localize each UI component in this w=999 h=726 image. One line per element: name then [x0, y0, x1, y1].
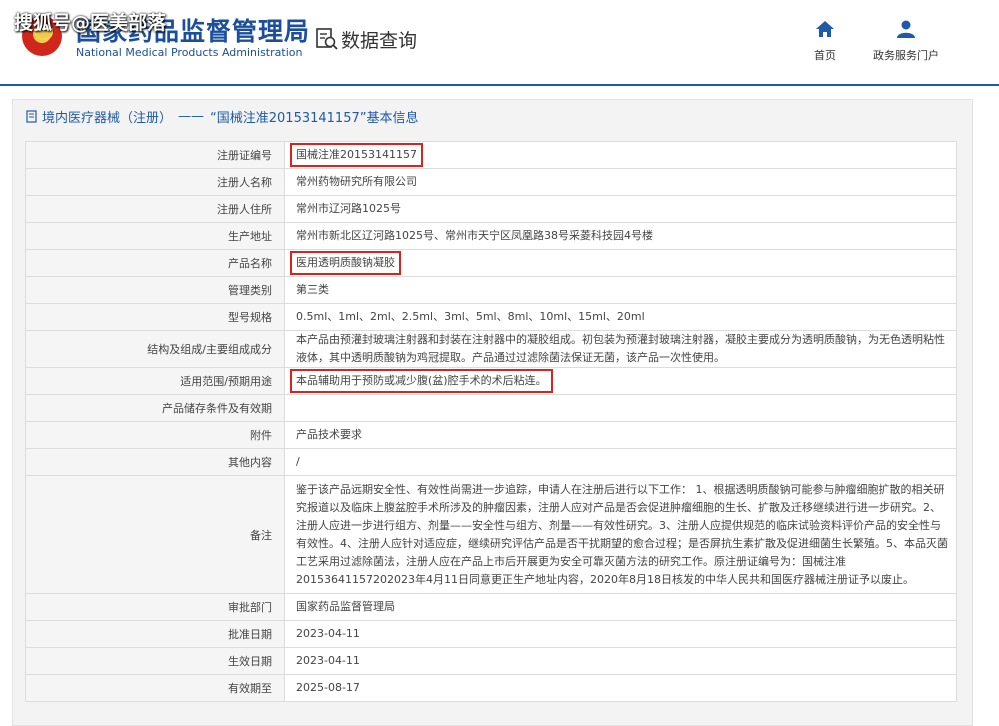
home-icon [816, 21, 834, 37]
row-value-intended-use: 本品辅助用于预防或减少腹(盆)腔手术的术后粘连。 [290, 369, 553, 393]
row-value-structure: 本产品由预灌封玻璃注射器和封装在注射器中的凝胶组成。初包装为预灌封玻璃注射器，凝… [284, 330, 957, 368]
row-label-registrant-address: 注册人住所 [25, 195, 285, 223]
document-icon [26, 110, 37, 123]
row-label-category: 管理类别 [25, 276, 285, 304]
row-value-approval-dept: 国家药品监督管理局 [284, 593, 957, 621]
row-label-valid-until: 有效期至 [25, 674, 285, 702]
data-search-link[interactable]: 数据查询 [341, 26, 417, 53]
row-value-registrant-address: 常州市辽河路1025号 [284, 195, 957, 223]
row-label-structure: 结构及组成/主要组成成分 [25, 330, 285, 368]
row-label-effective-date: 生效日期 [25, 647, 285, 675]
row-value-category: 第三类 [284, 276, 957, 304]
table-row: 生产地址 常州市新北区辽河路1025号、常州市天宁区凤凰路38号采菱科技园4号楼 [25, 222, 957, 250]
row-value-remarks: 鉴于该产品远期安全性、有效性尚需进一步追踪，申请人在注册后进行以下工作： 1、根… [284, 475, 957, 594]
table-row: 有效期至 2025-08-17 [25, 674, 957, 702]
nav-home-label: 首页 [814, 49, 836, 62]
table-row: 附件 产品技术要求 [25, 421, 957, 449]
row-value-effective-date: 2023-04-11 [284, 647, 957, 675]
row-label-storage: 产品储存条件及有效期 [25, 394, 285, 422]
nav-home[interactable]: 首页 [800, 20, 850, 63]
row-value-production-address: 常州市新北区辽河路1025号、常州市天宁区凤凰路38号采菱科技园4号楼 [284, 222, 957, 250]
device-info-table: 注册证编号 国械注准20153141157 注册人名称 常州药物研究所有限公司 … [25, 141, 957, 702]
row-value-reg-no: 国械注准20153141157 [290, 143, 423, 167]
row-label-production-address: 生产地址 [25, 222, 285, 250]
panel-title: 境内医疗器械（注册） —— “国械注准20153141157”基本信息 [26, 107, 418, 126]
table-row: 注册人名称 常州药物研究所有限公司 [25, 168, 957, 196]
table-row: 批准日期 2023-04-11 [25, 620, 957, 648]
table-row: 备注 鉴于该产品远期安全性、有效性尚需进一步追踪，申请人在注册后进行以下工作： … [25, 475, 957, 594]
table-row: 其他内容 / [25, 448, 957, 476]
row-label-reg-no: 注册证编号 [25, 141, 285, 169]
table-row: 型号规格 0.5ml、1ml、2ml、2.5ml、3ml、5ml、8ml、10m… [25, 303, 957, 331]
header-divider [0, 84, 999, 86]
table-row: 注册证编号 国械注准20153141157 [25, 141, 957, 169]
row-value-storage [284, 394, 957, 422]
nav-service-label: 政务服务门户 [873, 49, 939, 62]
row-value-attachment[interactable]: 产品技术要求 [284, 421, 957, 449]
nav-service-portal[interactable]: 政务服务门户 [866, 20, 946, 63]
panel-title-main: “国械注准20153141157”基本信息 [210, 111, 419, 126]
row-value-product-name: 医用透明质酸钠凝胶 [290, 251, 401, 275]
row-value-other: / [284, 448, 957, 476]
watermark-text: 搜狐号@医美部落 [14, 12, 167, 34]
row-label-approval-dept: 审批部门 [25, 593, 285, 621]
row-label-intended-use: 适用范围/预期用途 [25, 367, 285, 395]
row-label-attachment: 附件 [25, 421, 285, 449]
data-search-icon[interactable] [315, 27, 339, 51]
row-value-approval-date: 2023-04-11 [284, 620, 957, 648]
row-label-product-name: 产品名称 [25, 249, 285, 277]
panel-title-prefix: 境内医疗器械（注册） [42, 111, 173, 126]
table-row: 结构及组成/主要组成成分 本产品由预灌封玻璃注射器和封装在注射器中的凝胶组成。初… [25, 330, 957, 368]
table-row: 适用范围/预期用途 本品辅助用于预防或减少腹(盆)腔手术的术后粘连。 [25, 367, 957, 395]
table-row: 生效日期 2023-04-11 [25, 647, 957, 675]
table-row: 管理类别 第三类 [25, 276, 957, 304]
row-label-approval-date: 批准日期 [25, 620, 285, 648]
row-value-registrant: 常州药物研究所有限公司 [284, 168, 957, 196]
row-value-valid-until: 2025-08-17 [284, 674, 957, 702]
table-row: 审批部门 国家药品监督管理局 [25, 593, 957, 621]
row-value-models: 0.5ml、1ml、2ml、2.5ml、3ml、5ml、8ml、10ml、15m… [284, 303, 957, 331]
table-row: 注册人住所 常州市辽河路1025号 [25, 195, 957, 223]
panel-title-separator: —— [178, 109, 205, 124]
row-label-other: 其他内容 [25, 448, 285, 476]
info-panel: 境内医疗器械（注册） —— “国械注准20153141157”基本信息 注册证编… [12, 99, 973, 726]
table-row: 产品名称 医用透明质酸钠凝胶 [25, 249, 957, 277]
logo-subtitle: National Medical Products Administration [76, 46, 303, 59]
row-label-remarks: 备注 [25, 475, 285, 594]
row-label-models: 型号规格 [25, 303, 285, 331]
user-icon [897, 20, 915, 38]
row-label-registrant: 注册人名称 [25, 168, 285, 196]
table-row: 产品储存条件及有效期 [25, 394, 957, 422]
